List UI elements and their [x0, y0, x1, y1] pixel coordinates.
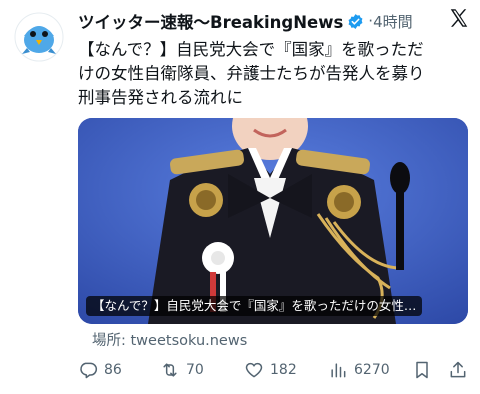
tweet-header: ツイッター速報〜BreakingNews · 4時間 [78, 10, 470, 32]
like-count: 182 [270, 362, 297, 378]
tweet-actions: 86 70 182 6270 [78, 356, 470, 384]
bookmark-icon [416, 361, 428, 379]
x-logo-icon[interactable] [448, 7, 470, 29]
avatar[interactable] [14, 12, 64, 62]
views-count: 6270 [354, 362, 390, 378]
retweet-icon [163, 363, 177, 377]
uniform-photo [78, 118, 468, 324]
reply-count: 86 [104, 362, 122, 378]
heart-icon [245, 362, 263, 378]
link-card-media[interactable]: 【なんで？】自民党大会で『国家』を歌っただけの女性… [78, 118, 468, 324]
tweet-body-line: 刑事告発される流れに [78, 88, 243, 107]
verified-badge-icon [348, 13, 363, 29]
link-source[interactable]: 場所: tweetsoku.news [92, 329, 247, 350]
retweet-count: 70 [186, 362, 204, 378]
reply-button[interactable]: 86 [78, 356, 122, 384]
bird-avatar-icon [14, 12, 64, 62]
reply-icon [80, 362, 98, 379]
retweet-button[interactable]: 70 [160, 356, 204, 384]
views-icon [331, 363, 346, 378]
share-icon [450, 361, 466, 378]
tweet-body-line: 【なんで？】自民党大会で『国家』を歌っただ [78, 40, 424, 59]
like-button[interactable]: 182 [244, 356, 297, 384]
author-name[interactable]: ツイッター速報〜BreakingNews [78, 9, 343, 33]
media-caption: 【なんで？】自民党大会で『国家』を歌っただけの女性… [86, 296, 423, 316]
views-button[interactable]: 6270 [328, 356, 390, 384]
tweet-body-line: けの女性自衛隊員、弁護士たちが告発人を募り [78, 64, 425, 83]
tweet-time[interactable]: 4時間 [373, 11, 413, 32]
tweet-body: 【なんで？】自民党大会で『国家』を歌っただ けの女性自衛隊員、弁護士たちが告発人… [78, 38, 470, 110]
bookmark-button[interactable] [412, 356, 438, 384]
share-button[interactable] [448, 356, 474, 384]
